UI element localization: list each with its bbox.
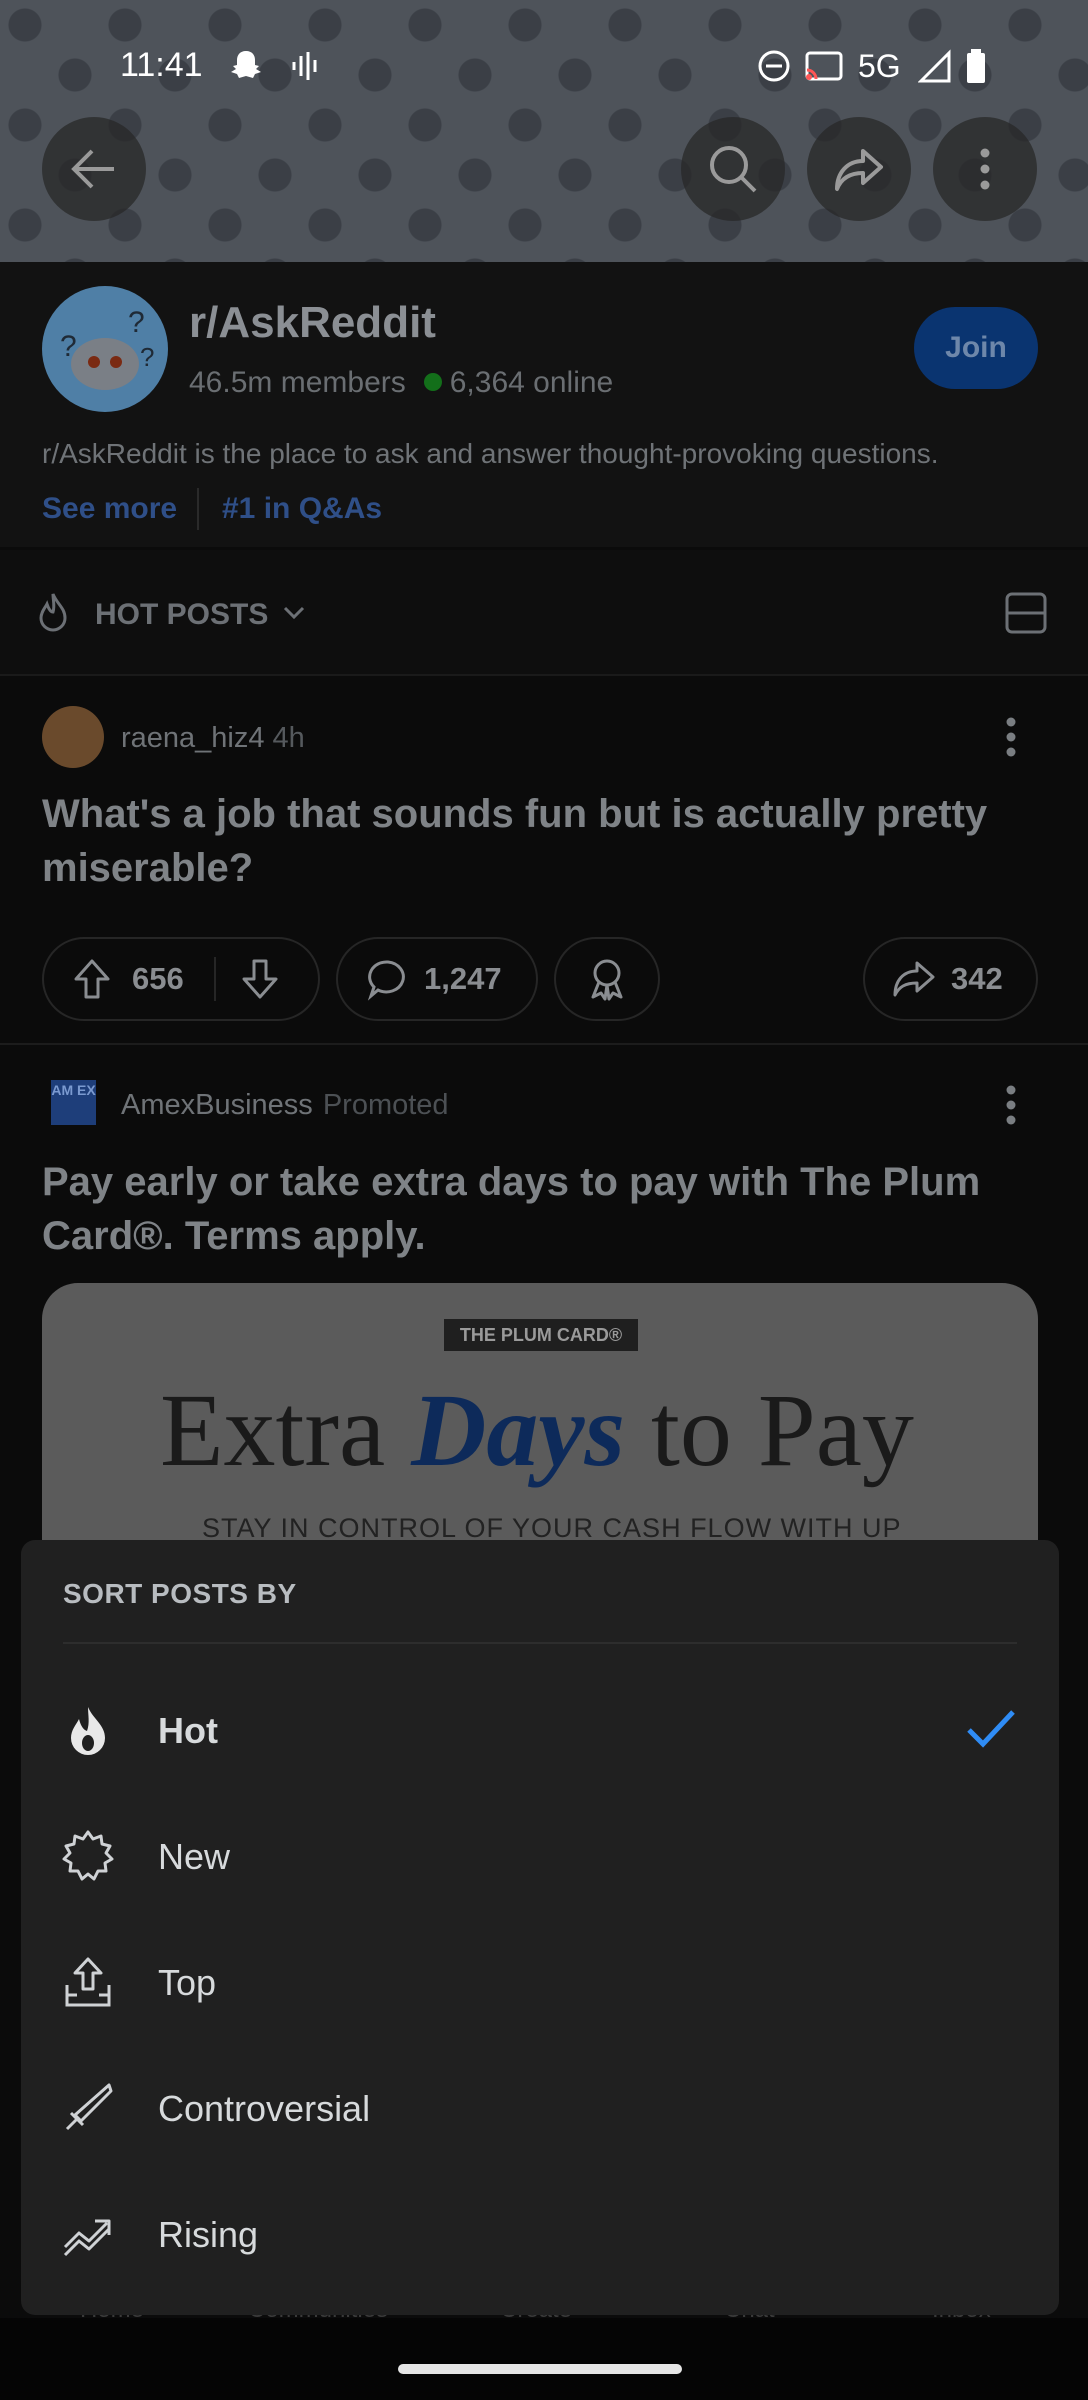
svg-text:?: ?	[128, 306, 145, 339]
sort-option-rising[interactable]: Rising	[21, 2170, 1059, 2296]
post-age: 4h	[272, 722, 305, 754]
ad-headline-part: Extra	[160, 1373, 412, 1488]
flame-icon[interactable]	[33, 590, 73, 634]
bottom-nav	[0, 2318, 1088, 2400]
status-bar: 11:41 5G	[0, 40, 1088, 96]
voice-icon	[292, 52, 317, 80]
promoted-label: Promoted	[322, 1089, 449, 1121]
subreddit-stats: 46.5m members 6,364 online	[189, 366, 613, 400]
post-author-line: raena_hiz4 4h	[121, 722, 305, 755]
network-type: 5G	[858, 48, 901, 84]
share-subreddit-button[interactable]	[807, 117, 911, 221]
online-indicator	[423, 373, 442, 391]
author-avatar[interactable]	[42, 706, 104, 768]
top-upload-icon	[65, 1957, 111, 2007]
members-count: 46.5m members	[189, 366, 406, 399]
sort-option-label: Hot	[158, 1710, 218, 1751]
award-button[interactable]	[554, 937, 660, 1021]
upvote-icon[interactable]	[72, 957, 112, 1001]
award-icon	[591, 959, 623, 1001]
svg-text:?: ?	[140, 342, 154, 372]
sort-option-new[interactable]: New	[21, 1792, 1059, 1918]
vote-divider	[213, 957, 216, 1001]
join-button[interactable]: Join	[914, 307, 1038, 389]
ad-image[interactable]: THE PLUM CARD® Extra Days to Pay STAY IN…	[42, 1283, 1038, 1583]
subreddit-avatar[interactable]: ? ? ?	[42, 286, 168, 412]
signal-icon	[918, 49, 951, 83]
trending-up-icon	[63, 2219, 111, 2257]
comment-icon	[367, 960, 405, 1001]
separator	[197, 488, 199, 530]
sheet-title: SORT POSTS BY	[63, 1578, 297, 1609]
comment-count: 1,247	[424, 961, 502, 996]
ad-headline-part: to Pay	[624, 1373, 914, 1488]
arrow-left-icon	[71, 149, 114, 189]
checkmark-icon	[967, 1710, 1015, 1748]
sword-icon	[65, 2083, 113, 2131]
sort-dropdown[interactable]: HOT POSTS	[95, 598, 268, 632]
vote-count: 656	[132, 961, 184, 996]
sort-option-label: Controversial	[158, 2088, 371, 2129]
sheet-divider	[63, 1642, 1017, 1644]
ad-headline-accent: Days	[411, 1373, 625, 1488]
burst-icon	[62, 1830, 114, 1881]
advertiser-logo[interactable]: AM EX	[51, 1080, 96, 1125]
downvote-icon[interactable]	[240, 957, 280, 1001]
rank-link[interactable]: #1 in Q&As	[222, 492, 382, 526]
post-title[interactable]: What's a job that sounds fun but is actu…	[42, 787, 1052, 895]
battery-icon	[967, 49, 985, 83]
chevron-down-icon[interactable]	[280, 598, 308, 626]
dnd-icon	[758, 50, 790, 82]
share-icon	[835, 149, 883, 191]
view-layout-icon[interactable]	[1004, 591, 1048, 635]
subreddit-name: r/AskReddit	[189, 298, 436, 347]
sort-option-label: New	[158, 1836, 231, 1877]
overflow-menu-button[interactable]	[933, 117, 1037, 221]
vote-pill: 656	[42, 937, 320, 1021]
ad-card-tag: THE PLUM CARD®	[444, 1319, 638, 1351]
more-vertical-icon	[980, 148, 990, 190]
snapchat-icon	[231, 51, 261, 78]
flame-icon	[71, 1707, 105, 1755]
share-icon	[893, 961, 935, 997]
gesture-home-indicator[interactable]	[398, 2364, 682, 2374]
sort-option-hot[interactable]: Hot	[21, 1666, 1059, 1792]
svg-text:?: ?	[60, 330, 77, 363]
sort-sheet: SORT POSTS BY Hot New Top Controversial	[21, 1540, 1059, 2315]
advertiser-name[interactable]: AmexBusiness	[121, 1089, 313, 1121]
post-author[interactable]: raena_hiz4	[121, 722, 265, 754]
search-button[interactable]	[681, 117, 785, 221]
sort-option-top[interactable]: Top	[21, 1918, 1059, 2044]
see-more-link[interactable]: See more	[42, 492, 177, 526]
back-button[interactable]	[42, 117, 146, 221]
ad-more-icon[interactable]	[996, 1080, 1026, 1130]
sort-option-label: Rising	[158, 2214, 259, 2255]
search-icon	[710, 146, 757, 193]
snoo-icon: ? ? ?	[60, 306, 154, 390]
sort-option-controversial[interactable]: Controversial	[21, 2044, 1059, 2170]
cast-icon	[805, 51, 843, 81]
share-post-button[interactable]: 342	[863, 937, 1038, 1021]
subreddit-description: r/AskReddit is the place to ask and answ…	[42, 438, 939, 469]
ad-title[interactable]: Pay early or take extra days to pay with…	[42, 1155, 1052, 1263]
online-count: 6,364 online	[449, 366, 614, 399]
status-time: 11:41	[120, 46, 203, 84]
share-count: 342	[951, 961, 1003, 996]
sort-option-label: Top	[158, 1962, 217, 2003]
post-more-icon[interactable]	[996, 712, 1026, 762]
ad-headline: Extra Days to Pay	[160, 1371, 914, 1490]
ad-author-line: AmexBusiness Promoted	[121, 1089, 449, 1122]
comments-button[interactable]: 1,247	[336, 937, 538, 1021]
post-divider	[0, 1043, 1088, 1045]
